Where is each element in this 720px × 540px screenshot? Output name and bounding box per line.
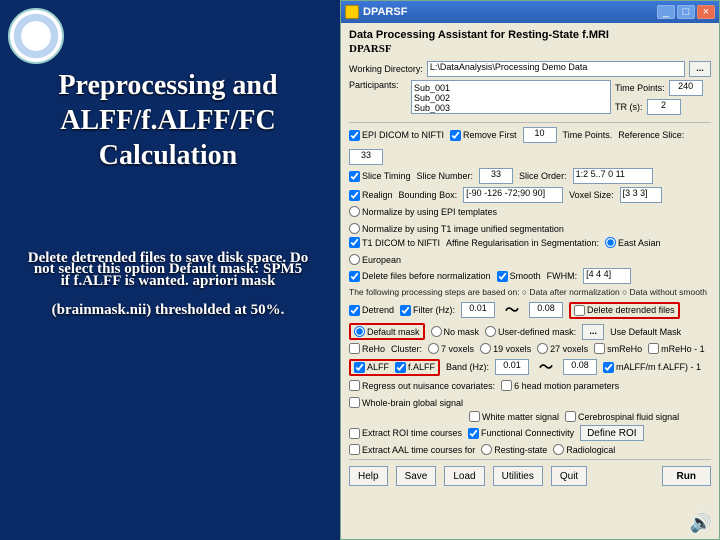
- mask-browse-button[interactable]: ...: [582, 324, 604, 340]
- titlebar: DPARSF _ □ ×: [341, 1, 719, 23]
- app-subtitle: DPARSF: [349, 43, 711, 55]
- slice-order-label: Slice Order:: [519, 171, 567, 181]
- bbox-label: Bounding Box:: [399, 190, 458, 200]
- workdir-browse-button[interactable]: ...: [689, 61, 711, 77]
- delete-detrended-checkbox[interactable]: Delete detrended files: [574, 305, 675, 316]
- workdir-input[interactable]: L:\DataAnalysis\Processing Demo Data: [427, 61, 685, 77]
- processing-note: The following processing steps are based…: [349, 287, 711, 297]
- app-icon: [345, 5, 359, 19]
- utilities-button[interactable]: Utilities: [493, 466, 543, 486]
- close-button[interactable]: ×: [697, 5, 715, 19]
- dparsf-window: DPARSF _ □ × Data Processing Assistant f…: [340, 0, 720, 540]
- window-title: DPARSF: [363, 6, 407, 18]
- functional-connectivity-checkbox[interactable]: Functional Connectivity: [468, 428, 574, 439]
- bbox-input[interactable]: [-90 -126 -72;90 90]: [463, 187, 563, 203]
- timepoints-input[interactable]: 240: [669, 80, 703, 96]
- ref-slice-input[interactable]: 33: [349, 149, 383, 165]
- slice-number-label: Slice Number:: [417, 171, 474, 181]
- voxel-input[interactable]: [3 3 3]: [620, 187, 662, 203]
- cluster-label: Cluster:: [391, 344, 422, 354]
- filter-lo-input[interactable]: 0.01: [461, 302, 495, 318]
- list-item[interactable]: Sub_001: [414, 83, 608, 93]
- white-matter-checkbox[interactable]: White matter signal: [469, 411, 559, 422]
- remove-first-checkbox[interactable]: Remove First: [450, 130, 517, 141]
- annotation-line: (brainmask.nii) thresholded at 50%.: [18, 302, 318, 319]
- affine-label: Affine Regularisation in Segmentation:: [446, 238, 599, 248]
- list-item[interactable]: Sub_003: [414, 103, 608, 113]
- falff-checkbox[interactable]: f.ALFF: [395, 362, 435, 373]
- cluster-27-radio[interactable]: 27 voxels: [537, 343, 588, 354]
- maximize-button[interactable]: □: [677, 5, 695, 19]
- slice-order-input[interactable]: 1:2 5..7 0 11: [573, 168, 653, 184]
- band-hi-input[interactable]: 0.08: [563, 359, 597, 375]
- extract-roi-checkbox[interactable]: Extract ROI time courses: [349, 428, 462, 439]
- filter-hi-input[interactable]: 0.08: [529, 302, 563, 318]
- timepoints-text: Time Points.: [563, 130, 613, 140]
- regress-nuisance-checkbox[interactable]: Regress out nuisance covariates:: [349, 380, 495, 391]
- smreho-checkbox[interactable]: smReHo: [594, 343, 642, 354]
- tilde-icon: ～: [539, 357, 553, 377]
- realign-checkbox[interactable]: Realign: [349, 190, 393, 201]
- delete-before-norm-checkbox[interactable]: Delete files before normalization: [349, 271, 491, 282]
- highlight-delete-detrended: Delete detrended files: [569, 302, 680, 319]
- help-button[interactable]: Help: [349, 466, 388, 486]
- workdir-label: Working Directory:: [349, 64, 423, 74]
- european-radio[interactable]: European: [349, 254, 401, 265]
- head-motion-checkbox[interactable]: 6 head motion parameters: [501, 380, 619, 391]
- tr-input[interactable]: 2: [647, 99, 681, 115]
- user-mask-radio[interactable]: User-defined mask:: [485, 326, 576, 337]
- participants-list[interactable]: Sub_001 Sub_002 Sub_003: [411, 80, 611, 114]
- run-button[interactable]: Run: [662, 466, 711, 486]
- normalize-t1-radio[interactable]: Normalize by using T1 image unified segm…: [349, 223, 564, 234]
- csf-checkbox[interactable]: Cerebrospinal fluid signal: [565, 411, 679, 422]
- app-header: Data Processing Assistant for Resting-St…: [349, 29, 711, 41]
- no-mask-radio[interactable]: No mask: [431, 326, 480, 337]
- voxel-label: Voxel Size:: [569, 190, 614, 200]
- tilde-icon: ～: [505, 300, 519, 320]
- slide-annotation: Delete detrended files to save disk spac…: [18, 250, 318, 319]
- timepoints-label: Time Points:: [615, 83, 665, 93]
- epi-dicom-checkbox[interactable]: EPI DICOM to NIFTI: [349, 130, 444, 141]
- fwhm-input[interactable]: [4 4 4]: [583, 268, 631, 284]
- define-roi-button[interactable]: Define ROI: [580, 425, 643, 441]
- fwhm-label: FWHM:: [547, 271, 578, 281]
- alff-checkbox[interactable]: ALFF: [354, 362, 389, 373]
- extract-aal-checkbox[interactable]: Extract AAL time courses for: [349, 444, 475, 455]
- quit-button[interactable]: Quit: [551, 466, 587, 486]
- cluster-19-radio[interactable]: 19 voxels: [480, 343, 531, 354]
- tr-label: TR (s):: [615, 102, 643, 112]
- use-default-mask-label: Use Default Mask: [610, 327, 681, 337]
- university-logo: [8, 8, 64, 64]
- list-item[interactable]: Sub_002: [414, 93, 608, 103]
- highlight-alff: ALFF f.ALFF: [349, 359, 440, 376]
- slice-number-input[interactable]: 33: [479, 168, 513, 184]
- participants-label: Participants:: [349, 80, 407, 90]
- highlight-default-mask: Default mask: [349, 323, 425, 340]
- resting-state-radio[interactable]: Resting-state: [481, 444, 547, 455]
- band-label: Band (Hz):: [446, 362, 489, 372]
- remove-first-input[interactable]: 10: [523, 127, 557, 143]
- radiological-radio[interactable]: Radiological: [553, 444, 615, 455]
- reho-checkbox[interactable]: ReHo: [349, 343, 385, 354]
- malff-checkbox[interactable]: mALFF/m f.ALFF) - 1: [603, 362, 701, 373]
- load-button[interactable]: Load: [444, 466, 484, 486]
- minimize-button[interactable]: _: [657, 5, 675, 19]
- slice-timing-checkbox[interactable]: Slice Timing: [349, 171, 411, 182]
- cluster-7-radio[interactable]: 7 voxels: [428, 343, 474, 354]
- detrend-checkbox[interactable]: Detrend: [349, 305, 394, 316]
- mreho-checkbox[interactable]: mReHo - 1: [648, 343, 705, 354]
- annotation-line: if f.ALFF is wanted. apriori mask: [18, 273, 318, 290]
- filter-checkbox[interactable]: Filter (Hz):: [400, 305, 455, 316]
- global-signal-checkbox[interactable]: Whole-brain global signal: [349, 397, 463, 408]
- band-lo-input[interactable]: 0.01: [495, 359, 529, 375]
- normalize-epi-radio[interactable]: Normalize by using EPI templates: [349, 206, 497, 217]
- east-asian-radio[interactable]: East Asian: [605, 237, 661, 248]
- audio-icon: 🔊: [690, 513, 712, 534]
- save-button[interactable]: Save: [396, 466, 437, 486]
- t1-dicom-checkbox[interactable]: T1 DICOM to NIFTI: [349, 237, 440, 248]
- smooth-checkbox[interactable]: Smooth: [497, 271, 541, 282]
- slide-title: Preprocessing and ALFF/f.ALFF/FC Calcula…: [18, 68, 318, 173]
- default-mask-radio[interactable]: Default mask: [354, 326, 420, 337]
- ref-slice-label: Reference Slice:: [618, 130, 684, 140]
